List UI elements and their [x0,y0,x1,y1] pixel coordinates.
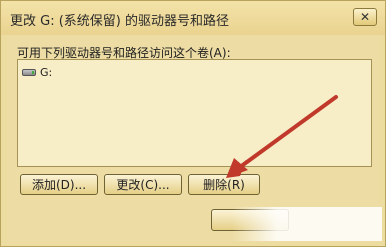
window-title: 更改 G: (系统保留) 的驱动器号和路径 [10,14,229,29]
close-button[interactable]: ✕ [353,8,377,26]
add-button[interactable]: 添加(D)... [20,174,98,195]
watermark-overlay [232,207,382,241]
delete-button[interactable]: 删除(R) [188,174,260,195]
list-item[interactable]: G: [22,65,52,79]
drive-icon [22,68,36,76]
close-icon: ✕ [359,10,371,24]
title-bar[interactable]: 更改 G: (系统保留) 的驱动器号和路径 ✕ [1,1,385,35]
drive-path-list[interactable]: G: [17,59,372,167]
change-button[interactable]: 更改(C)... [104,174,182,195]
list-item-label: G: [40,65,53,79]
